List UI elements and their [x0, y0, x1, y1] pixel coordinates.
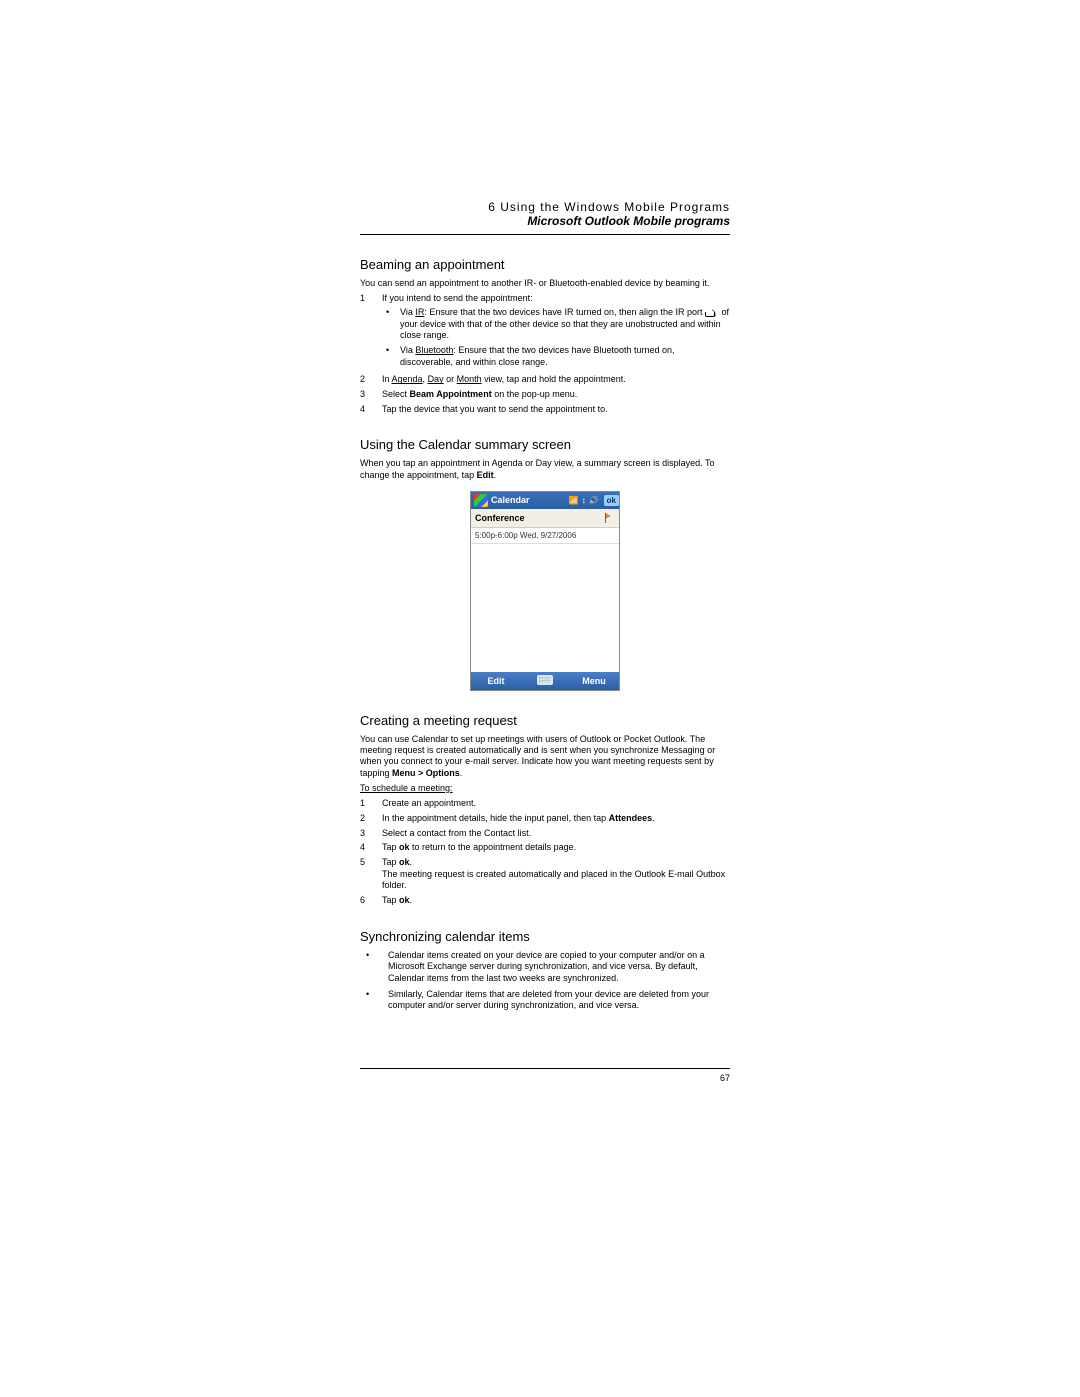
summary-intro: When you tap an appointment in Agenda or… — [360, 458, 730, 481]
chapter-title: 6 Using the Windows Mobile Programs — [360, 200, 730, 214]
meeting-step-6: 6Tap ok. — [360, 895, 730, 907]
beam-step-1: 1 If you intend to send the appointment:… — [360, 293, 730, 371]
beam-step1-bullets: Via IR: Ensure that the two devices have… — [382, 307, 730, 368]
beam-step1-text: If you intend to send the appointment: — [382, 293, 533, 303]
signal-icon: 📶 — [569, 496, 579, 505]
meeting-step5-note: The meeting request is created automatic… — [382, 869, 725, 891]
page-header: 6 Using the Windows Mobile Programs Micr… — [360, 200, 730, 228]
keyboard-icon — [537, 675, 553, 685]
appointment-subject: Conference — [475, 513, 525, 523]
volume-icon: 🔊 — [589, 496, 599, 505]
meeting-steps: 1Create an appointment. 2In the appointm… — [360, 798, 730, 907]
beam-step-3: 3 Select Beam Appointment on the pop-up … — [360, 389, 730, 401]
sync-bullets: •Calendar items created on your device a… — [360, 950, 730, 1012]
ok-button: ok — [604, 495, 619, 506]
page-content: 6 Using the Windows Mobile Programs Micr… — [360, 200, 730, 1016]
appointment-datetime: 5:00p-6:00p Wed, 9/27/2006 — [471, 528, 619, 544]
meeting-step-4: 4Tap ok to return to the appointment det… — [360, 842, 730, 854]
section-subtitle: Microsoft Outlook Mobile programs — [360, 214, 730, 228]
heading-beaming: Beaming an appointment — [360, 257, 730, 272]
edit-softkey: Edit — [471, 676, 521, 686]
meeting-step-1: 1Create an appointment. — [360, 798, 730, 810]
schedule-label: To schedule a meeting: — [360, 783, 730, 794]
status-icons: 📶 ↕ 🔊 — [569, 496, 602, 505]
meeting-step-5: 5Tap ok.The meeting request is created a… — [360, 857, 730, 892]
calendar-screenshot: Calendar 📶 ↕ 🔊 ok Conference 5:00p-6:00p… — [470, 491, 620, 691]
menu-softkey: Menu — [569, 676, 619, 686]
screenshot-subject-row: Conference — [471, 509, 619, 528]
document-page: 6 Using the Windows Mobile Programs Micr… — [0, 0, 1080, 1397]
screenshot-title: Calendar — [491, 495, 569, 505]
meeting-step-2: 2In the appointment details, hide the in… — [360, 813, 730, 825]
footer-rule — [360, 1068, 730, 1069]
start-icon — [474, 494, 488, 507]
meeting-intro: You can use Calendar to set up meetings … — [360, 734, 730, 779]
keyboard-softkey — [521, 675, 569, 687]
heading-meeting: Creating a meeting request — [360, 713, 730, 728]
beam-steps: 1 If you intend to send the appointment:… — [360, 293, 730, 415]
header-rule — [360, 234, 730, 235]
ir-port-icon — [705, 309, 719, 317]
page-footer: 67 — [360, 1068, 730, 1083]
page-number: 67 — [360, 1073, 730, 1083]
meeting-step-3: 3Select a contact from the Contact list. — [360, 828, 730, 840]
flag-icon — [603, 512, 615, 524]
beam-step-4: 4 Tap the device that you want to send t… — [360, 404, 730, 416]
screenshot-body — [471, 544, 619, 672]
sync-bullet-2: •Similarly, Calendar items that are dele… — [360, 989, 730, 1012]
heading-sync: Synchronizing calendar items — [360, 929, 730, 944]
beam-via-bluetooth: Via Bluetooth: Ensure that the two devic… — [382, 345, 730, 368]
connection-icon: ↕ — [582, 496, 586, 505]
sync-bullet-1: •Calendar items created on your device a… — [360, 950, 730, 985]
screenshot-bottombar: Edit Menu — [471, 672, 619, 690]
heading-summary: Using the Calendar summary screen — [360, 437, 730, 452]
beam-intro: You can send an appointment to another I… — [360, 278, 730, 289]
beam-via-ir: Via IR: Ensure that the two devices have… — [382, 307, 730, 342]
screenshot-titlebar: Calendar 📶 ↕ 🔊 ok — [471, 492, 619, 509]
beam-step-2: 2 In Agenda, Day or Month view, tap and … — [360, 374, 730, 386]
